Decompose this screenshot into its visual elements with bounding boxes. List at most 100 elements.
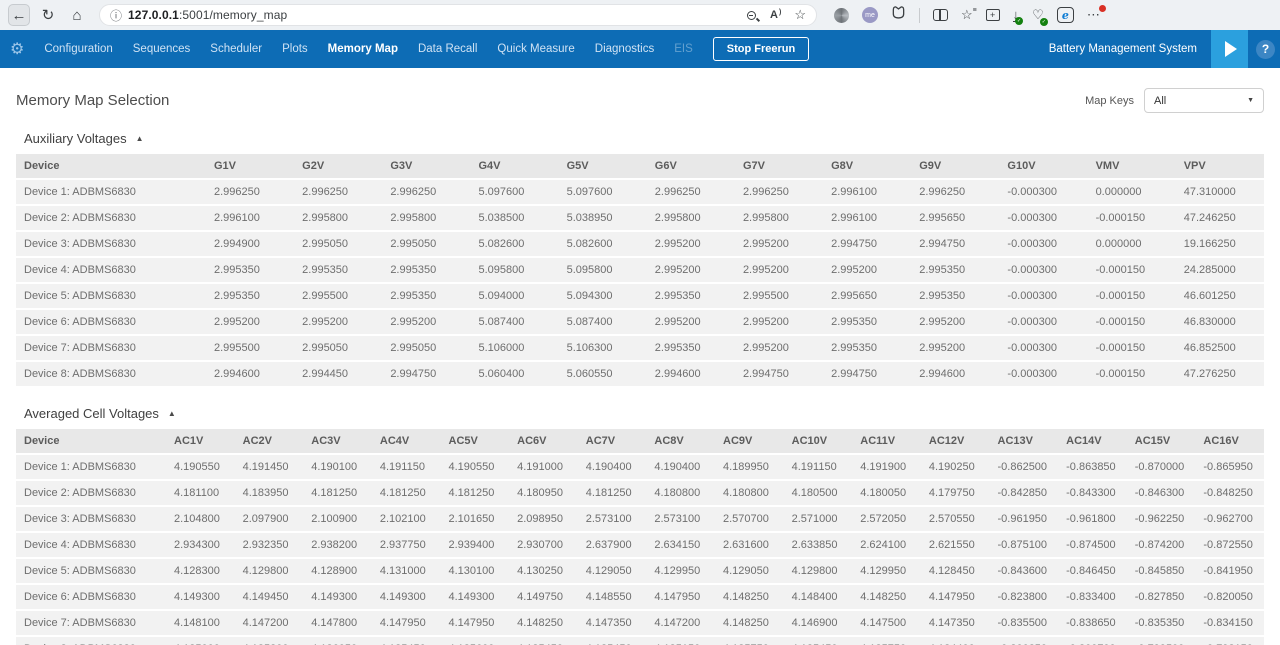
value-cell: 2.995200 <box>735 232 823 258</box>
value-cell: 2.994750 <box>823 232 911 258</box>
value-cell: 4.148250 <box>715 585 784 611</box>
value-cell: 2.995350 <box>823 336 911 362</box>
read-aloud-icon[interactable]: A <box>770 9 780 21</box>
averaged-cell-voltages-table: DeviceAC1VAC2VAC3VAC4VAC5VAC6VAC7VAC8VAC… <box>16 429 1264 645</box>
value-cell: 5.094300 <box>559 284 647 310</box>
value-cell: 2.637900 <box>578 533 647 559</box>
value-cell: 4.185750 <box>852 637 921 645</box>
browser-essentials-button[interactable]: ♡ ✓ <box>1032 7 1044 23</box>
value-cell: 2.996250 <box>647 180 735 206</box>
table-header-row: DeviceAC1VAC2VAC3VAC4VAC5VAC6VAC7VAC8VAC… <box>16 429 1264 455</box>
nav-item-memory-map[interactable]: Memory Map <box>318 43 408 55</box>
column-header: AC7V <box>578 429 647 455</box>
table-row: Device 7: ADBMS68304.1481004.1472004.147… <box>16 611 1264 637</box>
column-header: G6V <box>647 154 735 180</box>
value-cell: 4.147800 <box>303 611 372 637</box>
device-cell: Device 3: ADBMS6830 <box>16 507 166 533</box>
main-content: Memory Map Selection Map Keys All ▼ Auxi… <box>0 88 1280 645</box>
help-button[interactable]: ? <box>1256 40 1275 59</box>
value-cell: 19.166250 <box>1176 232 1264 258</box>
run-button[interactable] <box>1211 30 1248 68</box>
gear-icon[interactable]: ⚙ <box>10 39 24 59</box>
value-cell: 4.129050 <box>578 559 647 585</box>
favorites-bar-icon[interactable]: ☆ <box>961 7 973 23</box>
value-cell: -0.000150 <box>1088 258 1176 284</box>
profile-avatar[interactable]: me <box>862 7 878 23</box>
value-cell: 2.996250 <box>294 180 382 206</box>
value-cell: 4.149450 <box>235 585 304 611</box>
value-cell: -0.820050 <box>1195 585 1264 611</box>
nav-item-data-recall[interactable]: Data Recall <box>408 43 487 55</box>
value-cell: 2.995800 <box>294 206 382 232</box>
home-button[interactable]: ⌂ <box>66 4 88 26</box>
value-cell: 2.995650 <box>823 284 911 310</box>
table-row: Device 2: ADBMS68304.1811004.1839504.181… <box>16 481 1264 507</box>
section-toggle-averaged-cell-voltages[interactable]: Averaged Cell Voltages ▲ <box>24 406 1264 421</box>
browser-action-icons: me ☆ + ↓ ✓ ♡ ✓ e ⋯ <box>834 5 1101 25</box>
column-header: AC3V <box>303 429 372 455</box>
device-cell: Device 8: ADBMS6830 <box>16 362 206 388</box>
value-cell: 5.095800 <box>470 258 558 284</box>
download-check-badge: ✓ <box>1015 17 1023 25</box>
value-cell: 2.930700 <box>509 533 578 559</box>
value-cell: 4.181250 <box>303 481 372 507</box>
value-cell: 4.181250 <box>372 481 441 507</box>
value-cell: 2.996250 <box>206 180 294 206</box>
value-cell: -0.000300 <box>999 180 1087 206</box>
value-cell: 4.185000 <box>166 637 235 645</box>
downloads-button[interactable]: ↓ ✓ <box>1013 8 1020 22</box>
stop-freerun-button[interactable]: Stop Freerun <box>713 37 809 61</box>
value-cell: -0.842850 <box>990 481 1059 507</box>
value-cell: 5.060550 <box>559 362 647 388</box>
favorite-star-icon[interactable]: ☆ <box>794 7 806 23</box>
column-header: G8V <box>823 154 911 180</box>
nav-item-diagnostics[interactable]: Diagnostics <box>585 43 664 55</box>
split-screen-icon[interactable] <box>933 9 948 21</box>
ie-mode-icon[interactable]: e <box>1057 7 1074 23</box>
nav-item-plots[interactable]: Plots <box>272 43 318 55</box>
zoom-icon[interactable] <box>747 11 756 20</box>
extension-icon-2[interactable] <box>891 5 906 25</box>
value-cell: 2.994750 <box>735 362 823 388</box>
column-header: G2V <box>294 154 382 180</box>
nav-item-scheduler[interactable]: Scheduler <box>200 43 272 55</box>
value-cell: -0.874200 <box>1127 533 1196 559</box>
chevron-down-icon: ▼ <box>1247 97 1254 104</box>
section-toggle-auxiliary-voltages[interactable]: Auxiliary Voltages ▲ <box>24 131 1264 146</box>
value-cell: 2.102100 <box>372 507 441 533</box>
value-cell: 2.995050 <box>294 336 382 362</box>
browser-menu-button[interactable]: ⋯ <box>1087 7 1101 23</box>
value-cell: 4.180800 <box>715 481 784 507</box>
value-cell: 2.995350 <box>911 284 999 310</box>
value-cell: 5.106300 <box>559 336 647 362</box>
map-keys-select[interactable]: All ▼ <box>1144 88 1264 113</box>
value-cell: 2.995350 <box>294 258 382 284</box>
table-row: Device 7: ADBMS68302.9955002.9950502.995… <box>16 336 1264 362</box>
value-cell: 24.285000 <box>1176 258 1264 284</box>
nav-item-sequences[interactable]: Sequences <box>123 43 201 55</box>
address-bar[interactable]: ⓘ 127.0.0.1:5001/memory_map A ☆ <box>99 4 817 26</box>
auxiliary-voltages-table: DeviceG1VG2VG3VG4VG5VG6VG7VG8VG9VG10VVMV… <box>16 154 1264 388</box>
value-cell: 2.995200 <box>206 310 294 336</box>
value-cell: 2.937750 <box>372 533 441 559</box>
extension-icon-1[interactable] <box>834 8 849 23</box>
value-cell: -0.961950 <box>990 507 1059 533</box>
device-cell: Device 4: ADBMS6830 <box>16 258 206 284</box>
value-cell: 4.147950 <box>921 585 990 611</box>
value-cell: 47.310000 <box>1176 180 1264 206</box>
value-cell: 4.181250 <box>441 481 510 507</box>
column-header: AC2V <box>235 429 304 455</box>
refresh-button[interactable]: ↻ <box>37 4 59 26</box>
collections-icon[interactable]: + <box>986 9 1000 21</box>
value-cell: 4.129950 <box>646 559 715 585</box>
value-cell: 2.996250 <box>735 180 823 206</box>
device-cell: Device 6: ADBMS6830 <box>16 585 166 611</box>
value-cell: 4.191150 <box>784 455 853 481</box>
nav-item-configuration[interactable]: Configuration <box>34 43 122 55</box>
site-info-icon[interactable]: ⓘ <box>110 7 122 24</box>
value-cell: -0.833400 <box>1058 585 1127 611</box>
table-row: Device 5: ADBMS68304.1283004.1298004.128… <box>16 559 1264 585</box>
nav-item-quick-measure[interactable]: Quick Measure <box>487 43 584 55</box>
value-cell: -0.835350 <box>1127 611 1196 637</box>
back-button[interactable]: ← <box>8 4 30 26</box>
